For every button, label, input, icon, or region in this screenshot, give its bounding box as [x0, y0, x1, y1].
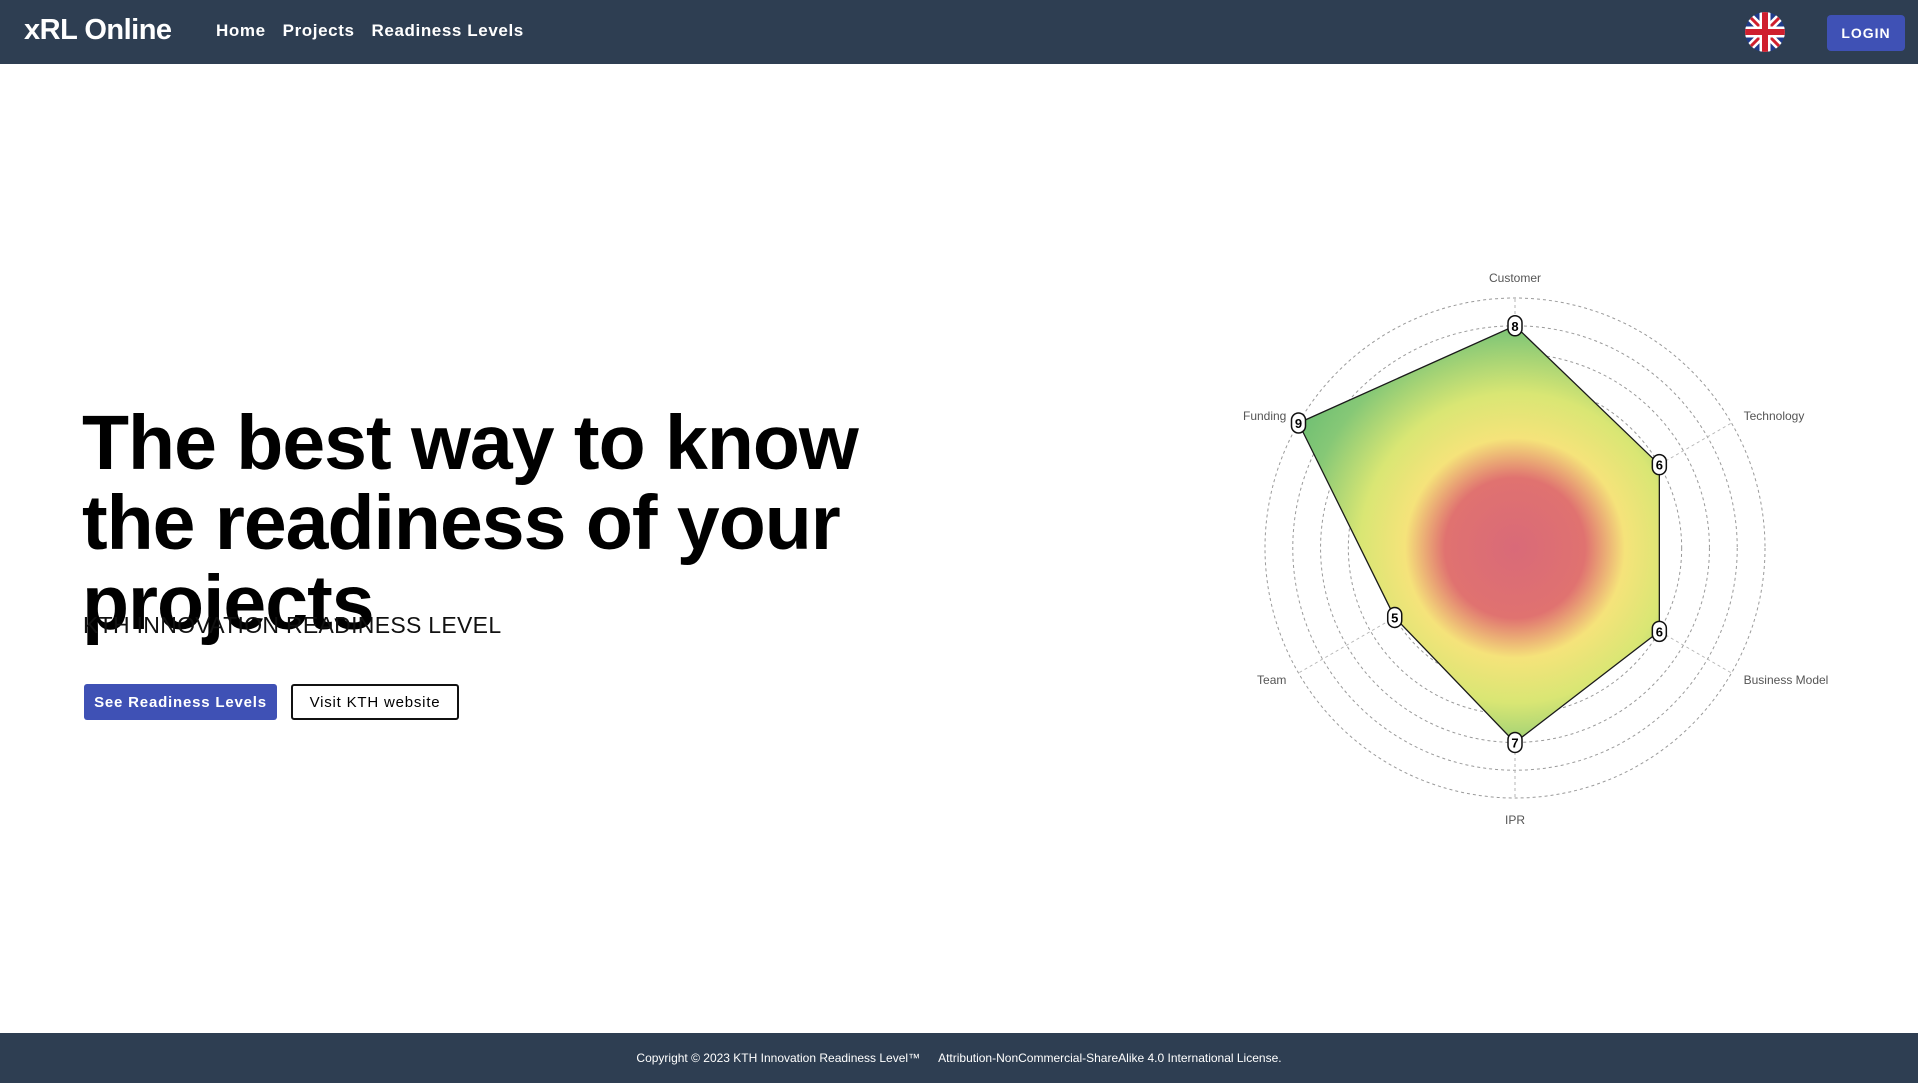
radar-point-funding[interactable]: 9 — [1290, 412, 1307, 434]
main-nav: Home Projects Readiness Levels — [216, 21, 524, 41]
radar-axis-label: Team — [1257, 673, 1286, 687]
radar-point-value: 8 — [1511, 319, 1518, 334]
copyright-text: Copyright © 2023 KTH Innovation Readines… — [636, 1051, 921, 1065]
radar-point-customer[interactable]: 8 — [1507, 315, 1523, 337]
radar-point-team[interactable]: 5 — [1386, 606, 1403, 629]
radar-point-value: 7 — [1511, 735, 1518, 750]
hero-title: The best way to know the readiness of yo… — [82, 400, 859, 646]
radar-axis-label: Funding — [1243, 409, 1286, 423]
see-readiness-levels-button[interactable]: See Readiness Levels — [84, 684, 277, 720]
nav-item-home[interactable]: Home — [216, 21, 266, 41]
readiness-radar-chart: 8 6 6 7 5 9 Customer Technology Business Model I… — [1243, 271, 1829, 827]
login-button[interactable]: LOGIN — [1827, 15, 1905, 51]
footer: Copyright © 2023 KTH Innovation Readines… — [0, 1033, 1918, 1083]
radar-axis-label: Customer — [1489, 271, 1541, 285]
license-link[interactable]: Attribution-NonCommercial-ShareAlike 4.0… — [938, 1051, 1282, 1065]
radar-point-value: 5 — [1391, 610, 1398, 625]
radar-axis-label: IPR — [1505, 813, 1525, 827]
uk-flag-icon[interactable] — [1745, 12, 1785, 52]
hero-subtitle: KTH INNOVATION READINESS LEVEL — [83, 612, 502, 638]
radar-point-value: 6 — [1656, 624, 1663, 639]
visit-kth-website-button[interactable]: Visit KTH website — [291, 684, 459, 720]
brand-logo[interactable]: xRL Online — [24, 14, 172, 47]
radar-point-value: 6 — [1656, 458, 1663, 473]
radar-point-business-model[interactable]: 6 — [1651, 620, 1668, 643]
radar-area — [1297, 325, 1660, 744]
nav-item-readiness-levels[interactable]: Readiness Levels — [372, 21, 524, 41]
radar-point-value: 9 — [1295, 416, 1302, 431]
radar-point-ipr[interactable]: 7 — [1507, 731, 1523, 754]
radar-axis-label: Business Model — [1744, 673, 1829, 687]
radar-axis-label: Technology — [1744, 409, 1805, 423]
nav-item-projects[interactable]: Projects — [283, 21, 355, 41]
top-app-bar: xRL Online Home Projects Readiness Level… — [0, 0, 1918, 64]
radar-series-area — [1297, 325, 1660, 744]
radar-point-technology[interactable]: 6 — [1651, 453, 1668, 476]
